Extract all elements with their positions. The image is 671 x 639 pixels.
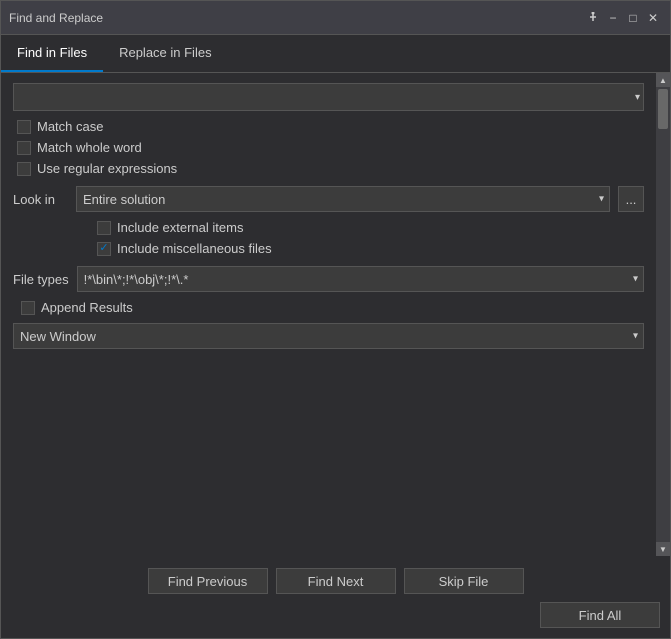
- file-types-select[interactable]: !*\bin\*;!*\obj\*;!*\.*: [77, 266, 644, 292]
- match-whole-word-row: Match whole word: [13, 140, 644, 155]
- tab-replace-in-files[interactable]: Replace in Files: [103, 35, 228, 72]
- search-input-wrapper: ▾: [13, 83, 644, 111]
- search-input[interactable]: [13, 83, 644, 111]
- scroll-down-arrow[interactable]: ▼: [656, 542, 670, 556]
- pin-button[interactable]: [584, 9, 602, 27]
- file-types-label: File types: [13, 272, 69, 287]
- find-next-button[interactable]: Find Next: [276, 568, 396, 594]
- output-location-wrapper: New Window Current Window ▾: [13, 323, 644, 349]
- scrollbar: ▲ ▼: [656, 73, 670, 556]
- match-whole-word-label: Match whole word: [37, 140, 142, 155]
- find-previous-button[interactable]: Find Previous: [148, 568, 268, 594]
- indent-section: Include external items Include miscellan…: [13, 220, 644, 256]
- scroll-thumb[interactable]: [658, 89, 668, 129]
- file-types-select-wrapper: !*\bin\*;!*\obj\*;!*\.* ▾: [77, 266, 644, 292]
- include-misc-row: Include miscellaneous files: [93, 241, 644, 256]
- look-in-label: Look in: [13, 192, 68, 207]
- include-external-label: Include external items: [117, 220, 243, 235]
- output-location-select[interactable]: New Window Current Window: [13, 323, 644, 349]
- match-whole-word-checkbox[interactable]: [17, 141, 31, 155]
- close-button[interactable]: ✕: [644, 9, 662, 27]
- title-buttons: − □ ✕: [584, 9, 662, 27]
- append-results-label: Append Results: [41, 300, 133, 315]
- append-results-section: Append Results: [13, 300, 644, 315]
- include-misc-label: Include miscellaneous files: [117, 241, 272, 256]
- file-types-row: File types !*\bin\*;!*\obj\*;!*\.* ▾: [13, 266, 644, 292]
- tab-find-in-files[interactable]: Find in Files: [1, 35, 103, 72]
- main-content: ▾ Match case Match whole word Use regula…: [1, 73, 656, 556]
- minimize-button[interactable]: −: [604, 9, 622, 27]
- button-row-1: Find Previous Find Next Skip File: [11, 568, 660, 594]
- tab-bar: Find in Files Replace in Files: [1, 35, 670, 73]
- scroll-up-arrow[interactable]: ▲: [656, 73, 670, 87]
- include-external-checkbox[interactable]: [97, 221, 111, 235]
- look-in-select[interactable]: Entire solution Current Project Current …: [76, 186, 610, 212]
- scroll-track: [656, 87, 670, 542]
- title-bar: Find and Replace − □ ✕: [1, 1, 670, 35]
- look-in-select-wrapper: Entire solution Current Project Current …: [76, 186, 610, 212]
- use-regex-row: Use regular expressions: [13, 161, 644, 176]
- maximize-button[interactable]: □: [624, 9, 642, 27]
- include-external-row: Include external items: [93, 220, 644, 235]
- dialog-title: Find and Replace: [9, 11, 103, 25]
- find-all-button[interactable]: Find All: [540, 602, 660, 628]
- use-regex-checkbox[interactable]: [17, 162, 31, 176]
- browse-button[interactable]: ...: [618, 186, 644, 212]
- buttons-bottom: Find Previous Find Next Skip File Find A…: [1, 556, 670, 638]
- append-results-row: Append Results: [17, 300, 644, 315]
- match-case-row: Match case: [13, 119, 644, 134]
- button-row-2: Find All: [11, 602, 660, 628]
- match-case-label: Match case: [37, 119, 103, 134]
- include-misc-checkbox[interactable]: [97, 242, 111, 256]
- content-area: ▾ Match case Match whole word Use regula…: [1, 73, 670, 556]
- match-case-checkbox[interactable]: [17, 120, 31, 134]
- use-regex-label: Use regular expressions: [37, 161, 177, 176]
- skip-file-button[interactable]: Skip File: [404, 568, 524, 594]
- append-results-checkbox[interactable]: [21, 301, 35, 315]
- search-row: ▾: [13, 83, 644, 111]
- find-replace-dialog: Find and Replace − □ ✕ Find in Files Rep…: [0, 0, 671, 639]
- look-in-row: Look in Entire solution Current Project …: [13, 186, 644, 212]
